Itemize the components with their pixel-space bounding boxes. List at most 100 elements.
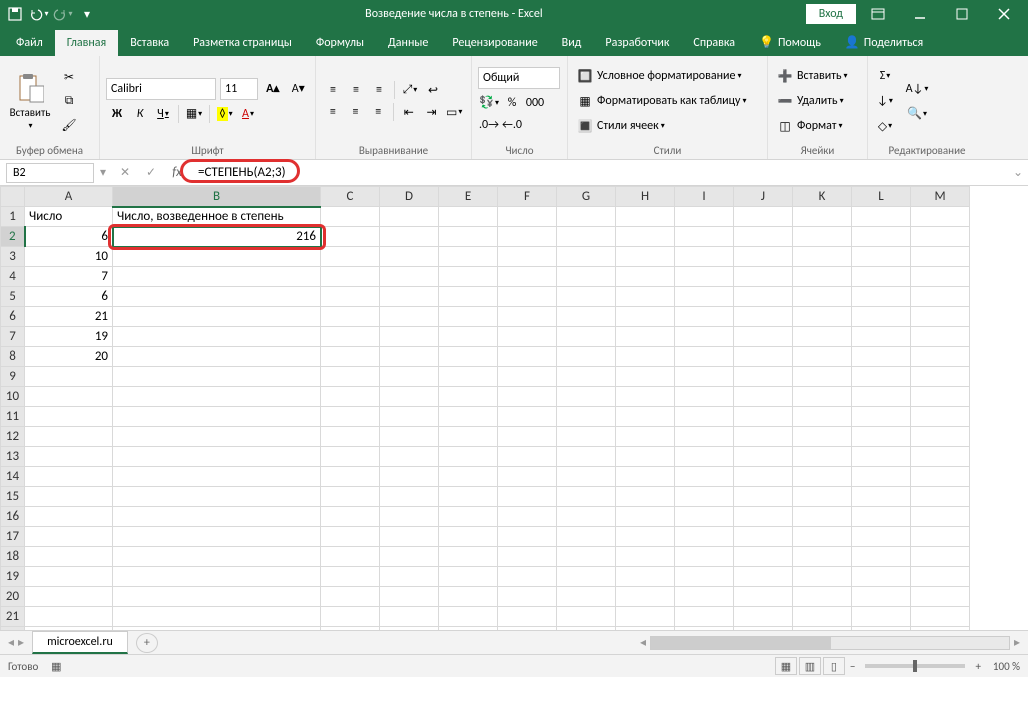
zoom-level[interactable]: 100 % [993, 660, 1020, 673]
cell-A15[interactable] [25, 487, 113, 507]
cell-B5[interactable] [113, 287, 321, 307]
cell-K15[interactable] [793, 487, 852, 507]
cell-D5[interactable] [380, 287, 439, 307]
cell-I19[interactable] [675, 567, 734, 587]
cell-G13[interactable] [557, 447, 616, 467]
cell-J6[interactable] [734, 307, 793, 327]
cell-A21[interactable] [25, 607, 113, 627]
cell-B3[interactable] [113, 247, 321, 267]
cell-K12[interactable] [793, 427, 852, 447]
row-header-20[interactable]: 20 [1, 587, 25, 607]
cell-I9[interactable] [675, 367, 734, 387]
cell-D6[interactable] [380, 307, 439, 327]
cell-I22[interactable] [675, 627, 734, 632]
column-header-E[interactable]: E [439, 187, 498, 207]
cell-G19[interactable] [557, 567, 616, 587]
hscroll-right-icon[interactable]: ▸ [1014, 635, 1020, 650]
row-header-19[interactable]: 19 [1, 567, 25, 587]
cell-K20[interactable] [793, 587, 852, 607]
row-header-11[interactable]: 11 [1, 407, 25, 427]
cell-E11[interactable] [439, 407, 498, 427]
maximize-icon[interactable] [942, 0, 982, 28]
cell-H19[interactable] [616, 567, 675, 587]
cell-L1[interactable] [852, 207, 911, 227]
cell-A5[interactable]: 6 [25, 287, 113, 307]
cell-F8[interactable] [498, 347, 557, 367]
row-header-9[interactable]: 9 [1, 367, 25, 387]
cell-C6[interactable] [321, 307, 380, 327]
cell-H8[interactable] [616, 347, 675, 367]
cell-F6[interactable] [498, 307, 557, 327]
cell-D22[interactable] [380, 627, 439, 632]
column-header-J[interactable]: J [734, 187, 793, 207]
cell-M9[interactable] [911, 367, 970, 387]
cell-H18[interactable] [616, 547, 675, 567]
cut-icon[interactable]: ✂ [59, 67, 79, 87]
tab-tellme[interactable]: 💡Помощь [747, 29, 833, 56]
column-header-G[interactable]: G [557, 187, 616, 207]
cell-M7[interactable] [911, 327, 970, 347]
cell-A11[interactable] [25, 407, 113, 427]
cell-L14[interactable] [852, 467, 911, 487]
cell-E17[interactable] [439, 527, 498, 547]
fill-icon[interactable]: ↓▾ [875, 91, 895, 111]
row-header-13[interactable]: 13 [1, 447, 25, 467]
cell-I21[interactable] [675, 607, 734, 627]
column-header-B[interactable]: B [113, 187, 321, 207]
cell-E7[interactable] [439, 327, 498, 347]
tab-share[interactable]: 👤Поделиться [833, 29, 935, 56]
horizontal-scrollbar[interactable] [650, 636, 1010, 650]
font-color-icon[interactable]: A▾ [238, 104, 258, 124]
cell-D21[interactable] [380, 607, 439, 627]
cell-I8[interactable] [675, 347, 734, 367]
cell-E8[interactable] [439, 347, 498, 367]
cell-D14[interactable] [380, 467, 439, 487]
cell-E1[interactable] [439, 207, 498, 227]
cell-C19[interactable] [321, 567, 380, 587]
paste-button[interactable]: Вставить ▾ [6, 70, 54, 133]
cell-D8[interactable] [380, 347, 439, 367]
cell-E2[interactable] [439, 227, 498, 247]
cell-G5[interactable] [557, 287, 616, 307]
cell-I6[interactable] [675, 307, 734, 327]
cell-M1[interactable] [911, 207, 970, 227]
fill-color-icon[interactable]: ◊▾ [215, 104, 235, 124]
cell-F18[interactable] [498, 547, 557, 567]
cell-B8[interactable] [113, 347, 321, 367]
copy-icon[interactable]: ⧉ [59, 91, 79, 111]
cell-I10[interactable] [675, 387, 734, 407]
cell-D10[interactable] [380, 387, 439, 407]
format-painter-icon[interactable]: 🖌 [59, 115, 79, 135]
cell-C8[interactable] [321, 347, 380, 367]
cell-H21[interactable] [616, 607, 675, 627]
cell-L7[interactable] [852, 327, 911, 347]
cell-I1[interactable] [675, 207, 734, 227]
cell-L18[interactable] [852, 547, 911, 567]
clear-icon[interactable]: ◇▾ [875, 116, 895, 136]
cell-A1[interactable]: Число [25, 207, 113, 227]
cell-L8[interactable] [852, 347, 911, 367]
cell-I15[interactable] [675, 487, 734, 507]
cell-H9[interactable] [616, 367, 675, 387]
cell-J1[interactable] [734, 207, 793, 227]
cell-I5[interactable] [675, 287, 734, 307]
cell-F3[interactable] [498, 247, 557, 267]
cell-A22[interactable] [25, 627, 113, 632]
cell-B2[interactable]: 216 [113, 227, 321, 247]
cell-H2[interactable] [616, 227, 675, 247]
cell-G22[interactable] [557, 627, 616, 632]
tab-formulas[interactable]: Формулы [304, 30, 376, 56]
cell-B16[interactable] [113, 507, 321, 527]
cell-C20[interactable] [321, 587, 380, 607]
cell-K10[interactable] [793, 387, 852, 407]
cell-G12[interactable] [557, 427, 616, 447]
cell-E3[interactable] [439, 247, 498, 267]
cell-C3[interactable] [321, 247, 380, 267]
cell-E21[interactable] [439, 607, 498, 627]
save-icon[interactable] [4, 3, 26, 25]
cell-G9[interactable] [557, 367, 616, 387]
cell-C10[interactable] [321, 387, 380, 407]
font-name-select[interactable] [106, 78, 216, 100]
cell-A16[interactable] [25, 507, 113, 527]
align-middle-icon[interactable]: ≡ [346, 80, 366, 100]
